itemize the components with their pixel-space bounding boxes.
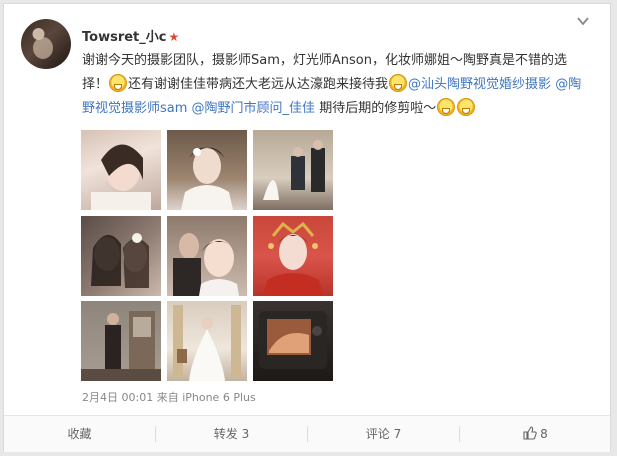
like-count: 8 [540, 427, 548, 441]
photo-thumbnail[interactable] [81, 130, 161, 210]
thumbs-up-icon [523, 426, 537, 440]
photo-thumbnail[interactable] [167, 130, 247, 210]
photo-thumbnail[interactable] [253, 301, 333, 381]
action-bar: 收藏 转发 3 评论 7 8 [4, 415, 610, 452]
chevron-down-icon[interactable] [576, 14, 590, 28]
photo-thumbnail[interactable] [167, 301, 247, 381]
post-text: 谢谢今天的摄影团队，摄影师Sam，灯光师Anson，化妆师娜姐～陶野真是不错的选… [82, 49, 592, 121]
grin-emoji-icon [457, 98, 476, 116]
photo-thumbnail[interactable] [253, 216, 333, 296]
grin-emoji-icon [389, 74, 408, 92]
post-meta: 2月4日 00:01 来自 iPhone 6 Plus [82, 389, 256, 405]
mention-link-3[interactable]: @陶野门市顾问_佳佳 [192, 101, 316, 116]
author-name[interactable]: Towsret_小c ★ [82, 26, 179, 45]
repost-label: 转发 3 [213, 427, 250, 441]
avatar[interactable] [21, 19, 71, 69]
photo-thumbnail[interactable] [81, 301, 161, 381]
grin-emoji-icon [109, 74, 128, 92]
mention-link-1[interactable]: @汕头陶野视觉婚纱摄影 [408, 77, 551, 92]
repost-button[interactable]: 转发 3 [156, 416, 307, 452]
photo-thumbnail[interactable] [167, 216, 247, 296]
verified-star-icon: ★ [168, 30, 180, 44]
post-text-tail: 期待后期的修剪啦～ [315, 101, 437, 116]
author-name-label[interactable]: Towsret_小c [82, 30, 166, 45]
favorite-button[interactable]: 收藏 [4, 416, 155, 452]
like-button[interactable]: 8 [460, 416, 611, 452]
photo-grid [81, 130, 345, 381]
favorite-label: 收藏 [67, 427, 92, 441]
timestamp-link[interactable]: 2月4日 00:01 [82, 391, 153, 404]
photo-thumbnail[interactable] [81, 216, 161, 296]
weibo-post-card: Towsret_小c ★ 谢谢今天的摄影团队，摄影师Sam，灯光师Anson，化妆… [3, 3, 611, 452]
post-text-part-2: 还有谢谢佳佳带病还大老远从达濠跑来接待我 [128, 77, 389, 92]
grin-emoji-icon [437, 98, 456, 116]
photo-thumbnail[interactable] [253, 130, 333, 210]
comment-button[interactable]: 评论 7 [308, 416, 459, 452]
source-label: 来自 iPhone 6 Plus [156, 391, 256, 404]
comment-label: 评论 7 [365, 427, 402, 441]
